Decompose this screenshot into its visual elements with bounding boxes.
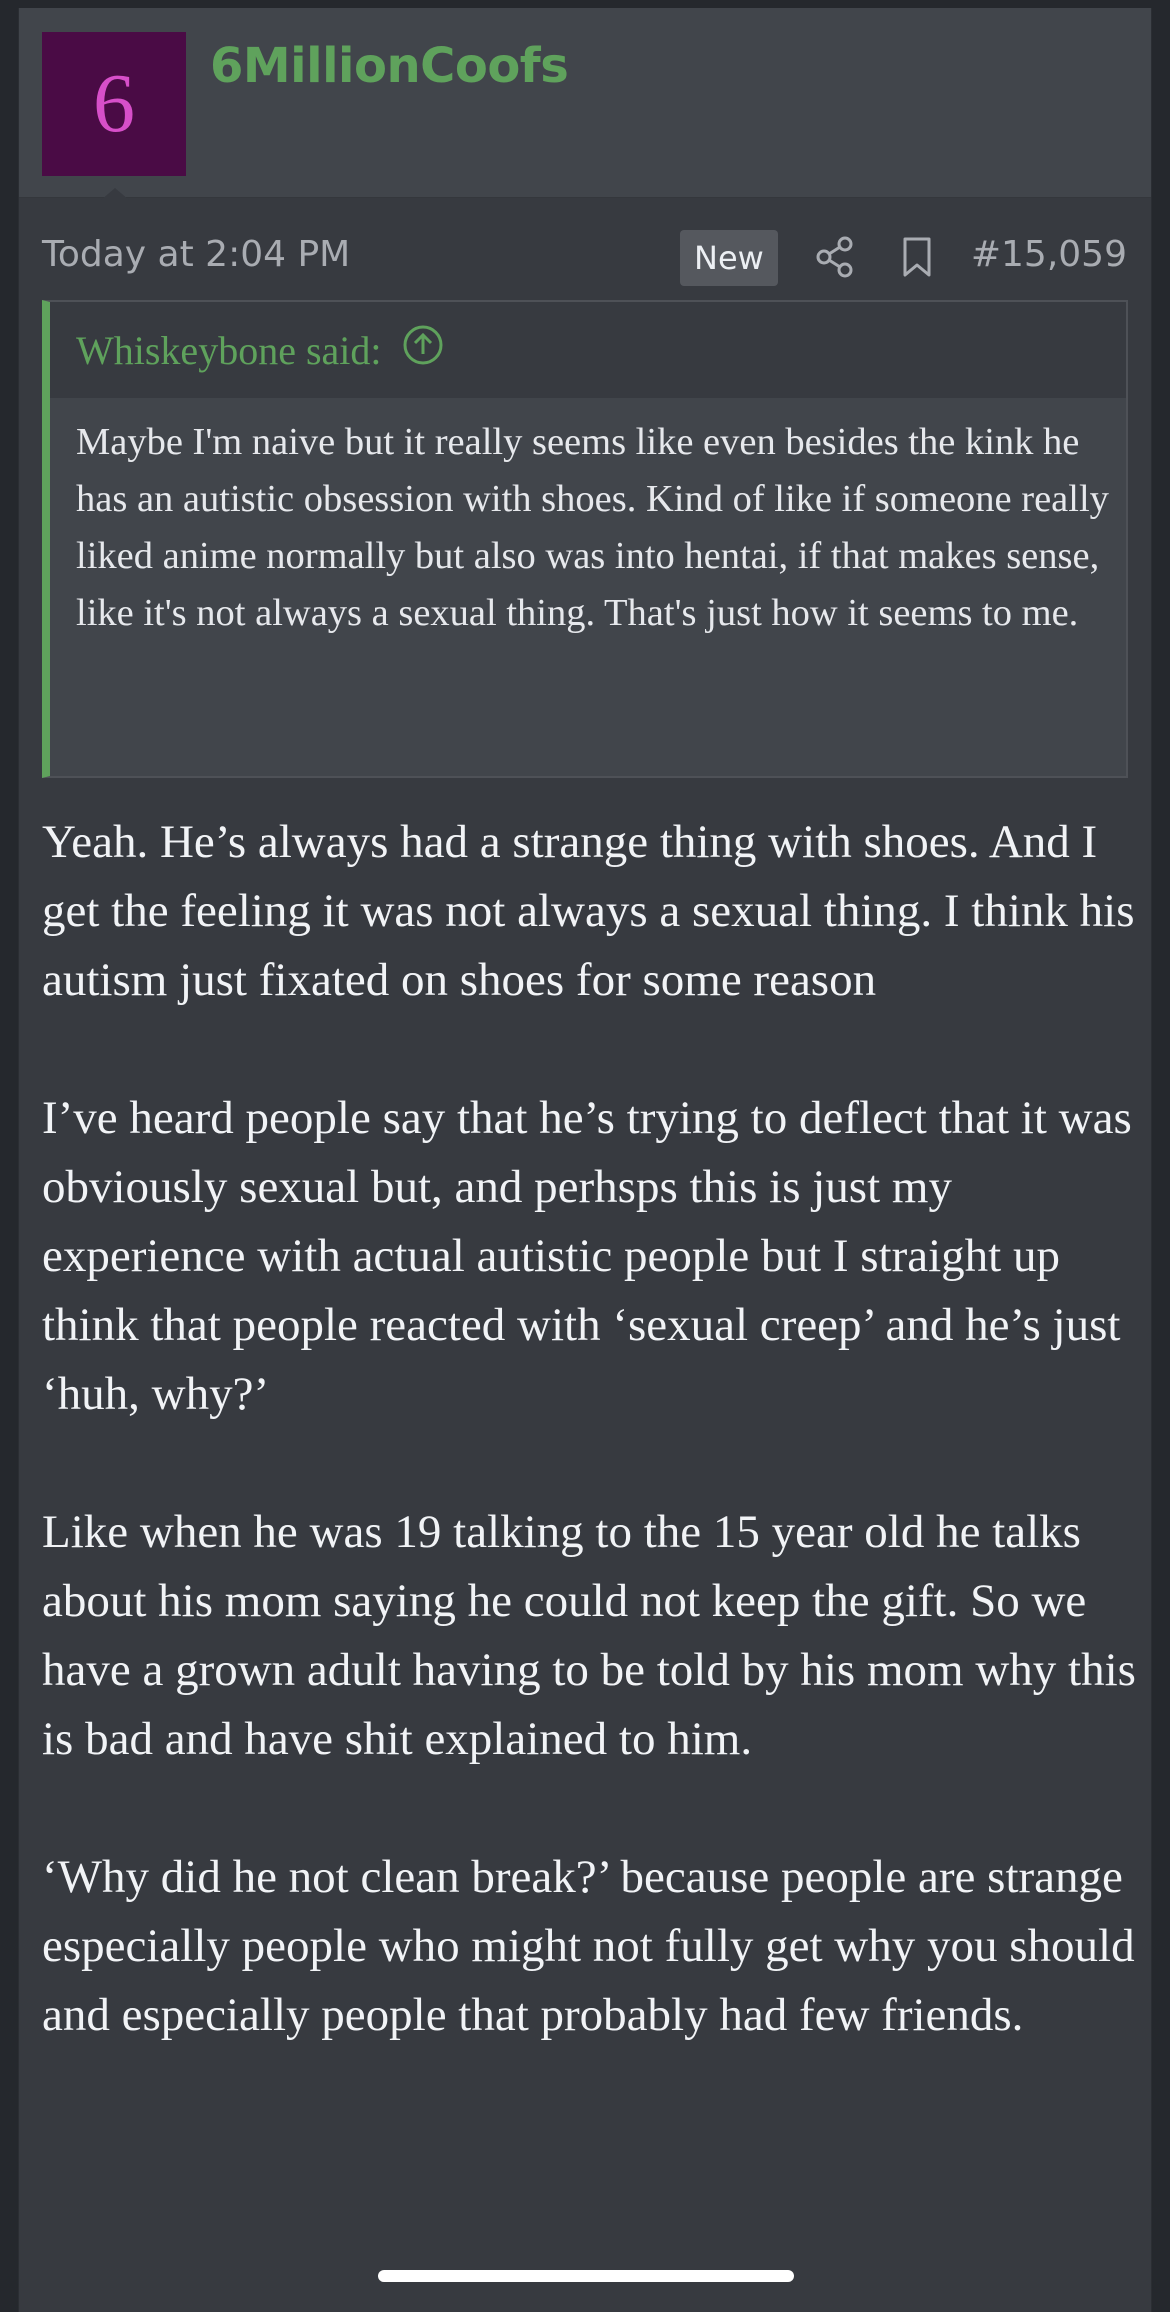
post-message-body: Yeah. He’s always had a strange thing wi…	[42, 808, 1152, 2050]
post-user-header: 6 6MillionCoofs	[19, 8, 1151, 198]
username-link[interactable]: 6MillionCoofs	[210, 38, 569, 94]
message-paragraph: Yeah. He’s always had a strange thing wi…	[42, 816, 1135, 1006]
quote-author-link[interactable]: Whiskeybone said:	[76, 324, 444, 376]
forum-post: 6 6MillionCoofs Today at 2:04 PM New #15…	[18, 8, 1152, 2312]
home-indicator[interactable]	[378, 2270, 794, 2282]
post-timestamp[interactable]: Today at 2:04 PM	[42, 234, 350, 275]
new-badge: New	[680, 230, 778, 286]
arrow-up-circle-icon[interactable]	[402, 324, 444, 376]
post-number-link[interactable]: #15,059	[971, 234, 1127, 275]
share-icon[interactable]	[810, 232, 860, 282]
avatar[interactable]: 6	[42, 32, 186, 176]
message-paragraph: ‘Why did he not clean break?’ because pe…	[42, 1851, 1135, 2041]
message-paragraph: I’ve heard people say that he’s trying t…	[42, 1092, 1132, 1420]
post-meta-row: Today at 2:04 PM New #15,059	[19, 218, 1151, 298]
message-paragraph: Like when he was 19 talking to the 15 ye…	[42, 1506, 1136, 1765]
quote-header: Whiskeybone said:	[50, 302, 1126, 398]
quote-block: Whiskeybone said: Maybe I'm naive but it…	[42, 300, 1128, 778]
quote-author-label: Whiskeybone said:	[76, 327, 382, 373]
avatar-pointer	[101, 188, 129, 200]
bookmark-icon[interactable]	[892, 232, 942, 282]
quote-text: Maybe I'm naive but it really seems like…	[76, 421, 1109, 634]
screen: 6 6MillionCoofs Today at 2:04 PM New #15…	[0, 0, 1170, 2312]
